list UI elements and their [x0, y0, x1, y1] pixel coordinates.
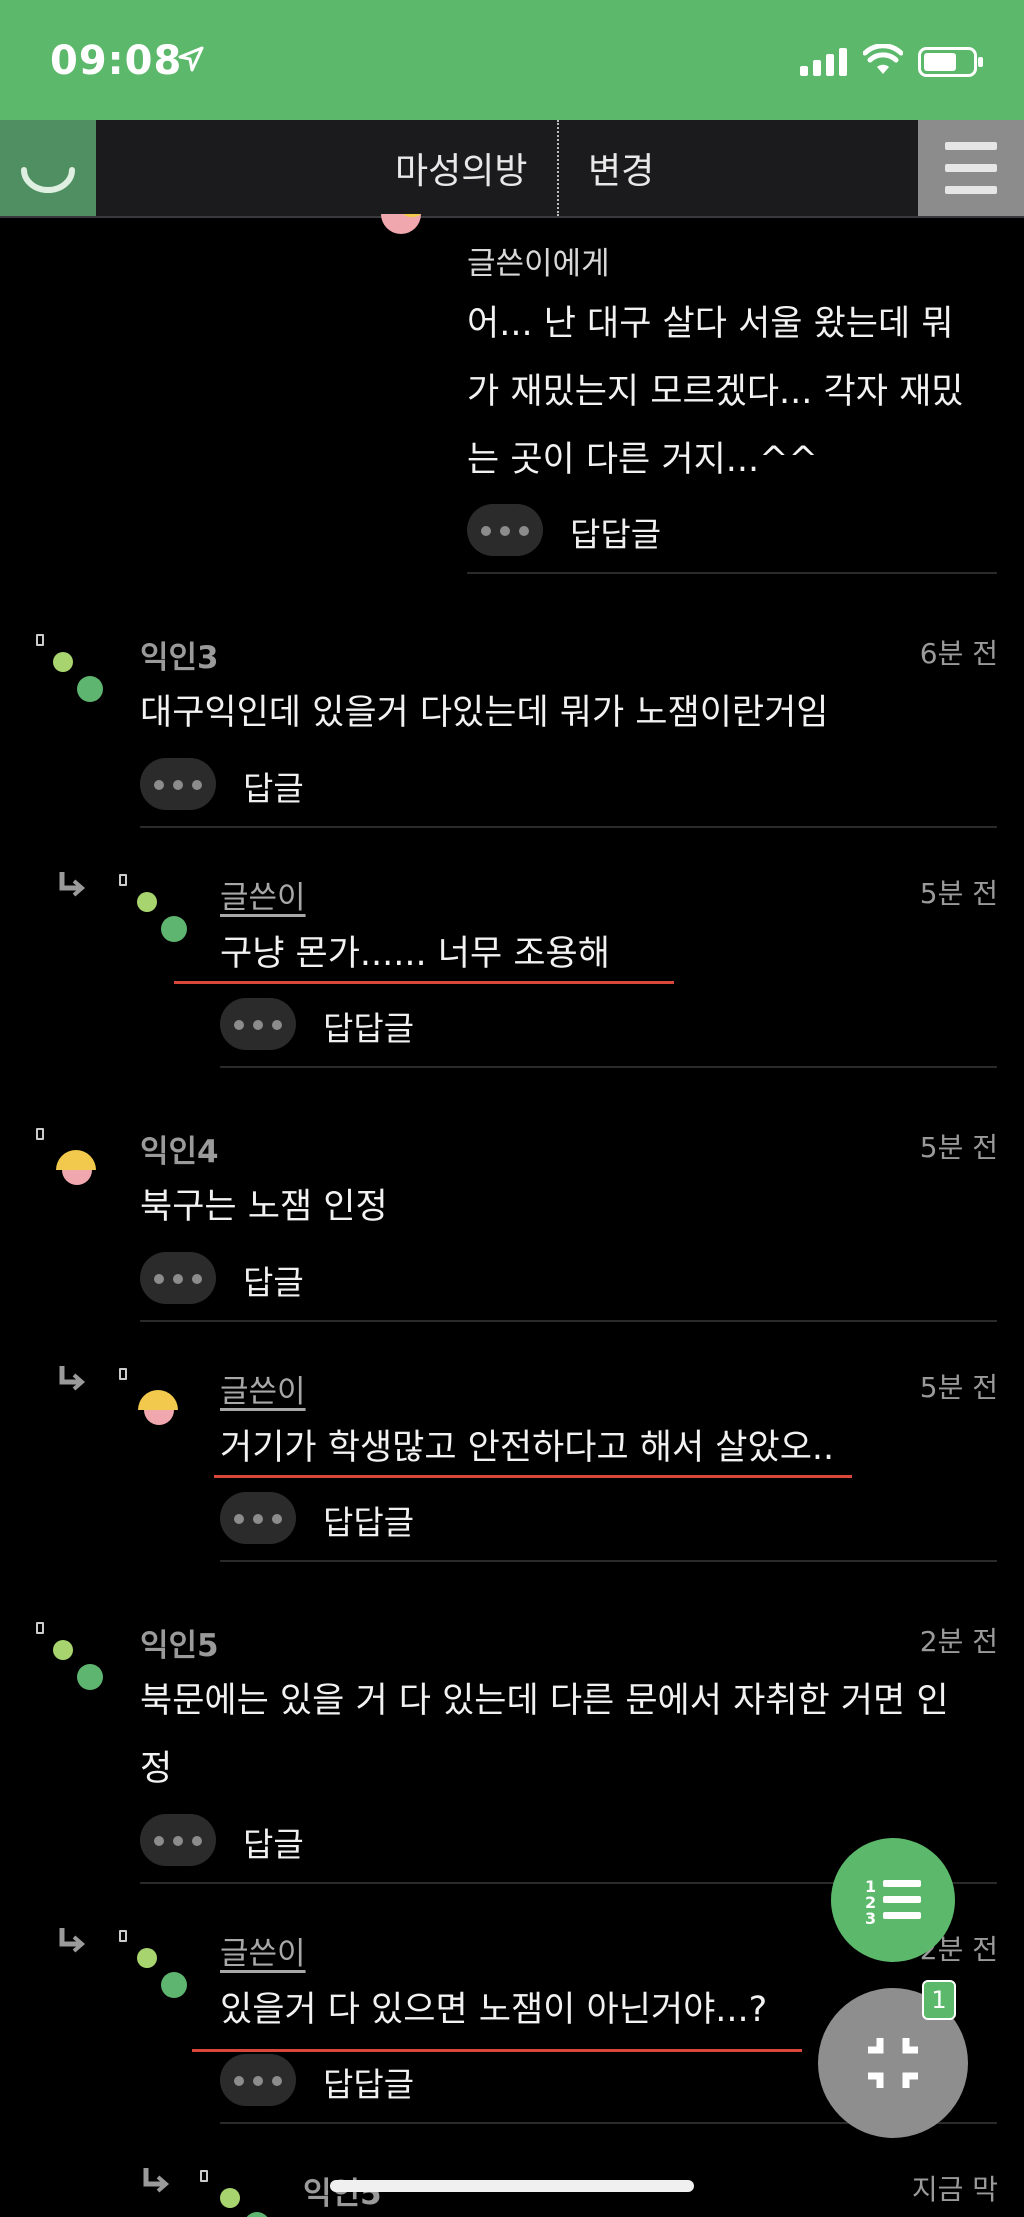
- avatar-green-dots-icon: [220, 2188, 272, 2217]
- comment-time: 5분 전: [919, 877, 998, 910]
- red-underline-annotation: [174, 981, 674, 984]
- battery-icon: [918, 47, 983, 77]
- red-underline-annotation: [192, 2049, 802, 2052]
- comment-separator: [140, 826, 997, 828]
- pin-icon: [36, 1128, 44, 1140]
- comment-text-line: 는 곳이 다른 거지...^^: [467, 440, 818, 480]
- location-arrow-icon: [178, 46, 204, 72]
- top-nav-bar: 마성의방 변경: [0, 120, 1024, 218]
- comment-author[interactable]: 익인4: [140, 1126, 219, 1171]
- pin-icon: [200, 2170, 208, 2182]
- comment-time: 5분 전: [919, 1131, 998, 1164]
- comment-text: 있을거 다 있으면 노잼이 아닌거야...?: [220, 1990, 768, 2030]
- avatar-green-dots-icon: [137, 892, 189, 944]
- comment-separator: [140, 1320, 997, 1322]
- comment-text-line: 북문에는 있을 거 다 있는데 다른 문에서 자취한 거면 인: [140, 1681, 949, 1721]
- comment-text-line: 정: [140, 1749, 173, 1789]
- reply-button[interactable]: 답글: [243, 1256, 304, 1304]
- reply-button[interactable]: 답글: [243, 1818, 304, 1866]
- reply-arrow-icon: [59, 1366, 86, 1391]
- comment-text: 북구는 노잼 인정: [140, 1187, 388, 1227]
- comment-author[interactable]: 글쓴이: [220, 1928, 306, 1973]
- more-options-button[interactable]: [140, 1814, 216, 1866]
- refresh-button[interactable]: [0, 120, 96, 216]
- home-indicator[interactable]: [330, 2180, 694, 2192]
- more-options-button[interactable]: [140, 758, 216, 810]
- comment-text: 대구익인데 있을거 다있는데 뭐가 노잼이란거임: [140, 693, 829, 733]
- pin-icon: [119, 1368, 127, 1380]
- comment-time: 6분 전: [919, 637, 998, 670]
- comment-author[interactable]: 익인3: [140, 632, 219, 677]
- status-time: 09:08: [50, 38, 183, 84]
- board-title[interactable]: 마성의방: [395, 142, 527, 194]
- more-options-button[interactable]: [220, 2054, 296, 2106]
- reply-arrow-icon: [59, 1928, 86, 1953]
- red-underline-annotation: [214, 1475, 852, 1478]
- avatar-yellow-pink-icon: [381, 214, 421, 234]
- pin-icon: [36, 1622, 44, 1634]
- comment-recipient: 글쓴이에게: [467, 246, 610, 282]
- reply-button[interactable]: 답답글: [323, 1496, 414, 1544]
- comment-text: 거기가 학생많고 안전하다고 해서 살았오..: [220, 1428, 835, 1468]
- menu-button[interactable]: [918, 120, 1024, 216]
- comment-text: 구냥 몬가...... 너무 조용해: [220, 934, 610, 974]
- reply-arrow-icon: [59, 872, 86, 897]
- numbered-list-icon: 1 2 3: [865, 1877, 921, 1928]
- comment-text-line: 어... 난 대구 살다 서울 왔는데 뭐: [467, 304, 954, 344]
- pin-icon: [36, 634, 44, 646]
- more-options-button[interactable]: [467, 504, 543, 556]
- more-options-button[interactable]: [140, 1252, 216, 1304]
- change-board-button[interactable]: 변경: [588, 142, 654, 194]
- wifi-icon: [863, 44, 903, 74]
- comment-time: 지금 막: [911, 2173, 998, 2206]
- more-options-button[interactable]: [220, 998, 296, 1050]
- hamburger-menu-icon: [945, 142, 997, 194]
- comment-separator: [467, 572, 997, 574]
- status-bar: 09:08: [0, 0, 1024, 120]
- comment-text-line: 가 재밌는지 모르겠다... 각자 재밌: [467, 372, 964, 412]
- nav-divider: [557, 120, 559, 216]
- avatar-green-dots-icon: [53, 652, 105, 704]
- comment-time: 5분 전: [919, 1371, 998, 1404]
- comment-separator: [220, 1560, 997, 1562]
- pin-icon: [119, 874, 127, 886]
- reply-button[interactable]: 답글: [243, 762, 304, 810]
- comment-time: 2분 전: [919, 1625, 998, 1658]
- more-options-button[interactable]: [220, 1492, 296, 1544]
- signal-icon: [800, 48, 847, 76]
- pin-icon: [119, 1930, 127, 1942]
- avatar-yellow-pink-icon: [56, 1150, 96, 1185]
- comment-author[interactable]: 글쓴이: [220, 872, 306, 917]
- comment-author[interactable]: 익인5: [140, 1620, 219, 1665]
- notification-badge: 1: [922, 1980, 956, 2020]
- reply-arrow-icon: [143, 2168, 170, 2193]
- comment-separator: [220, 1066, 997, 1068]
- comment-author[interactable]: 글쓴이: [220, 1366, 306, 1411]
- reply-button[interactable]: 답답글: [570, 508, 661, 556]
- avatar-yellow-pink-icon: [138, 1390, 178, 1425]
- reply-button[interactable]: 답답글: [323, 1002, 414, 1050]
- numbered-list-button[interactable]: 1 2 3: [831, 1838, 955, 1962]
- avatar-green-dots-icon: [137, 1948, 189, 2000]
- reply-button[interactable]: 답답글: [323, 2058, 414, 2106]
- svg-text:3: 3: [865, 1909, 876, 1928]
- avatar-green-dots-icon: [53, 1640, 105, 1692]
- refresh-icon: [21, 167, 75, 193]
